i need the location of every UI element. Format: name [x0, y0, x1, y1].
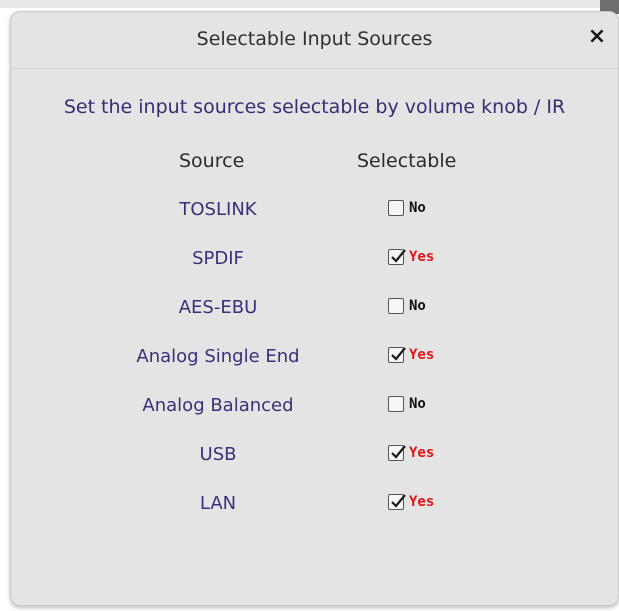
checkmark-icon	[391, 494, 406, 508]
selectable-checkbox[interactable]	[388, 298, 404, 314]
selectable-toggle[interactable]: No	[388, 200, 426, 216]
source-column-header: Source	[179, 150, 245, 172]
selectable-checkbox[interactable]	[388, 347, 406, 363]
close-icon[interactable]: ×	[585, 25, 609, 49]
source-label: LAN	[199, 493, 237, 514]
selectable-toggle[interactable]: No	[388, 396, 426, 412]
selectable-checkbox[interactable]	[388, 494, 406, 510]
backdrop	[0, 0, 619, 8]
source-label: Analog Balanced	[142, 395, 294, 416]
selectable-state-text: Yes	[409, 494, 435, 510]
source-row: TOSLINK No	[11, 197, 618, 223]
source-label: AES-EBU	[178, 297, 258, 318]
selectable-state-text: Yes	[409, 347, 435, 363]
dialog-description: Set the input sources selectable by volu…	[63, 96, 566, 118]
source-row: Analog Balanced No	[11, 393, 618, 419]
source-row: SPDIF Yes	[11, 246, 618, 272]
selectable-toggle[interactable]: No	[388, 298, 426, 314]
dialog-title: Selectable Input Sources	[196, 28, 433, 50]
selectable-column-header: Selectable	[357, 150, 457, 172]
selectable-toggle[interactable]: Yes	[388, 494, 434, 510]
source-row: AES-EBU No	[11, 295, 618, 321]
selectable-checkbox[interactable]	[388, 445, 406, 461]
selectable-checkbox[interactable]	[388, 249, 406, 265]
selectable-state-text: No	[409, 200, 426, 216]
source-row: LAN Yes	[11, 491, 618, 517]
selectable-input-sources-dialog: Selectable Input Sources × Set the input…	[10, 11, 619, 606]
source-label: Analog Single End	[136, 346, 300, 367]
selectable-state-text: No	[409, 298, 426, 314]
source-row: Analog Single End Yes	[11, 344, 618, 370]
source-label: TOSLINK	[179, 199, 257, 220]
selectable-checkbox[interactable]	[388, 200, 404, 216]
selectable-state-text: Yes	[409, 249, 435, 265]
selectable-toggle[interactable]: Yes	[388, 249, 434, 265]
source-label: SPDIF	[192, 248, 244, 269]
checkmark-icon	[391, 249, 406, 263]
checkmark-icon	[391, 445, 406, 459]
selectable-state-text: No	[409, 396, 426, 412]
checkmark-icon	[391, 347, 406, 361]
source-row: USB Yes	[11, 442, 618, 468]
source-label: USB	[199, 444, 237, 465]
dialog-header: Selectable Input Sources ×	[11, 12, 618, 69]
selectable-toggle[interactable]: Yes	[388, 347, 434, 363]
selectable-checkbox[interactable]	[388, 396, 404, 412]
selectable-toggle[interactable]: Yes	[388, 445, 434, 461]
selectable-state-text: Yes	[409, 445, 435, 461]
